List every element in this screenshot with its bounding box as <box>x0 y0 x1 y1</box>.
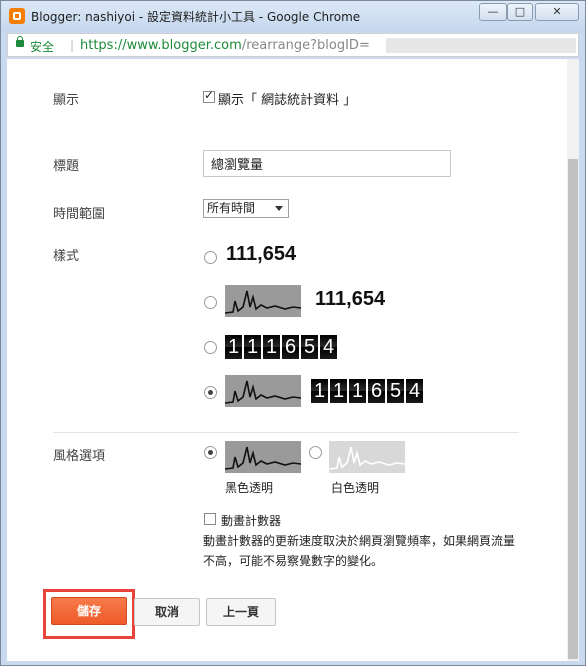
animate-counter-note: 動畫計數器的更新速度取決於網頁瀏覽頻率，如果網頁流量不高，可能不易察覺數字的變化… <box>203 534 516 568</box>
sparkline-dark-icon <box>225 285 301 317</box>
save-button[interactable]: 儲存 <box>51 597 127 625</box>
display-checkbox-label: 顯示「 網誌統計資料 」 <box>218 93 357 108</box>
odometer-digit: 1 <box>244 335 261 359</box>
maximize-button[interactable]: □ <box>507 3 533 21</box>
address-bar[interactable]: 安全 | https://www.blogger.com/rearrange?b… <box>7 33 579 57</box>
minimize-button[interactable]: — <box>479 3 507 21</box>
window-title: Blogger: nashiyoi - 設定資料統計小工具 - Google C… <box>31 10 361 24</box>
title-bar: Blogger: nashiyoi - 設定資料統計小工具 - Google C… <box>1 1 585 31</box>
display-checkbox[interactable] <box>203 88 215 103</box>
sparkline-dark-icon <box>225 441 301 473</box>
time-range-value: 所有時間 <box>207 201 256 215</box>
style-option-4-radio[interactable] <box>204 386 217 399</box>
color-option-white-radio[interactable] <box>309 446 322 459</box>
style-option-2-radio[interactable] <box>204 296 217 309</box>
odometer-digit: 5 <box>301 335 318 359</box>
display-label: 顯示 <box>53 93 80 108</box>
title-input[interactable] <box>203 150 451 177</box>
color-option-black-radio[interactable] <box>204 446 217 459</box>
odometer-digit: 4 <box>320 335 337 359</box>
odometer-digit: 1 <box>225 335 242 359</box>
style-option-2-number: 111,654 <box>315 288 386 310</box>
odometer-digit: 5 <box>387 379 404 403</box>
blogger-logo-icon <box>9 8 25 24</box>
odometer-digit: 6 <box>282 335 299 359</box>
odometer-digit: 1 <box>263 335 280 359</box>
sparkline-light-icon <box>329 441 405 473</box>
color-option-black-label: 黑色透明 <box>225 481 274 495</box>
odometer-digit: 1 <box>311 379 328 403</box>
title-label: 標題 <box>53 159 80 174</box>
animate-counter-checkbox[interactable] <box>204 513 216 525</box>
previous-page-button[interactable]: 上一頁 <box>206 598 276 626</box>
odometer-digit: 1 <box>349 379 366 403</box>
close-button[interactable]: ✕ <box>535 3 579 21</box>
style-option-1-number: 111,654 <box>226 243 297 265</box>
odometer-digit: 1 <box>330 379 347 403</box>
dropdown-arrow-icon <box>275 206 283 211</box>
animate-counter-label: 動畫計數器 <box>221 514 282 528</box>
style-label: 樣式 <box>53 249 80 264</box>
url-text[interactable]: https://www.blogger.com/rearrange?blogID… <box>80 38 370 53</box>
time-range-select[interactable]: 所有時間 <box>203 199 289 218</box>
browser-window: Blogger: nashiyoi - 設定資料統計小工具 - Google C… <box>0 0 586 666</box>
cancel-button[interactable]: 取消 <box>134 598 200 626</box>
style-option-1-radio[interactable] <box>204 251 217 264</box>
style-option-3-odometer: 1 1 1 6 5 4 <box>225 335 337 359</box>
time-range-label: 時間範圍 <box>53 207 106 222</box>
scrollbar-thumb[interactable] <box>568 159 578 659</box>
secure-label: 安全 <box>30 40 55 54</box>
odometer-digit: 4 <box>406 379 423 403</box>
style-option-4-odometer: 1 1 1 6 5 4 <box>311 379 423 403</box>
style-option-3-radio[interactable] <box>204 341 217 354</box>
lock-icon <box>16 36 24 47</box>
color-style-label: 風格選項 <box>53 449 106 464</box>
address-separator: | <box>70 38 75 52</box>
url-host: https://www.blogger.com <box>80 38 242 53</box>
url-path: /rearrange?blogID= <box>241 38 370 53</box>
redacted-blog-id <box>386 38 576 53</box>
sparkline-dark-icon <box>225 375 301 407</box>
gadget-config-panel: 顯示 顯示「 網誌統計資料 」 標題 時間範圍 所有時間 樣式 111,654 … <box>7 59 579 661</box>
odometer-digit: 6 <box>368 379 385 403</box>
section-divider <box>53 432 519 433</box>
color-option-white-label: 白色透明 <box>331 481 380 495</box>
